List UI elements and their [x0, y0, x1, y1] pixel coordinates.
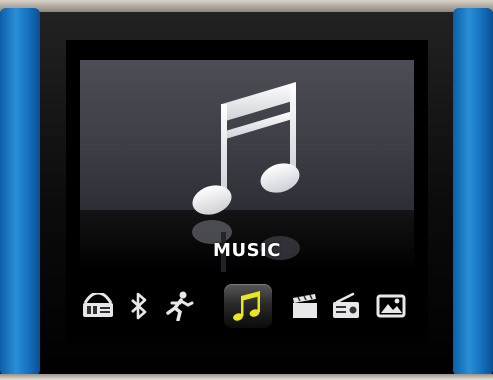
running-figure-icon: [166, 291, 194, 321]
menu-item-radio[interactable]: [328, 290, 364, 322]
music-note-icon: [233, 291, 260, 321]
menu-item-bluetooth[interactable]: [124, 290, 154, 322]
large-music-note-icon: [192, 82, 300, 215]
radio-icon: [333, 292, 359, 318]
menu-item-fm[interactable]: [78, 290, 118, 322]
device-screen: MUSIC: [66, 40, 428, 342]
menu-item-music[interactable]: [228, 290, 268, 322]
photo-icon: [376, 294, 406, 318]
mp3-player-device: MUSIC: [0, 0, 493, 380]
menu-title: MUSIC: [213, 240, 281, 261]
device-top-edge: [0, 0, 493, 12]
bottom-menu-bar: [76, 284, 418, 328]
radio-fm-icon: [83, 293, 113, 317]
device-left-side-panel: [0, 8, 40, 376]
device-right-side-panel: [453, 8, 493, 376]
menu-item-photo[interactable]: [372, 290, 410, 322]
menu-item-video[interactable]: [288, 290, 322, 322]
menu-item-sport[interactable]: [162, 290, 196, 322]
bluetooth-icon: [131, 292, 147, 320]
video-clapper-icon: [293, 294, 317, 318]
device-bottom-edge: [0, 374, 493, 380]
